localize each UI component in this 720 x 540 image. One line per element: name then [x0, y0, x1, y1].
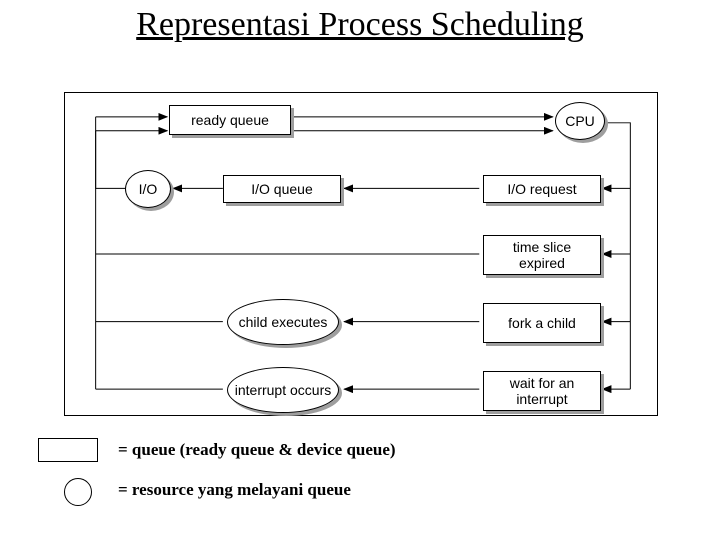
node-child-executes: child executes — [227, 299, 339, 345]
node-wait-for-interrupt: wait for an interrupt — [483, 371, 601, 411]
legend-queue-icon — [38, 438, 98, 462]
node-cpu: CPU — [555, 102, 605, 140]
node-io: I/O — [125, 170, 171, 208]
slide-title: Representasi Process Scheduling — [0, 0, 720, 43]
node-interrupt-occurs: interrupt occurs — [227, 367, 339, 413]
node-fork-a-child: fork a child — [483, 303, 601, 343]
legend-resource-icon — [64, 478, 92, 506]
legend-resource-text: = resource yang melayani queue — [118, 480, 378, 500]
node-io-queue: I/O queue — [223, 175, 341, 203]
node-io-request: I/O request — [483, 175, 601, 203]
legend-queue-text: = queue (ready queue & device queue) — [118, 440, 396, 460]
node-ready-queue: ready queue — [169, 105, 291, 135]
node-time-slice-expired: time slice expired — [483, 235, 601, 275]
diagram-frame: ready queue CPU I/O I/O queue I/O reques… — [64, 92, 658, 416]
